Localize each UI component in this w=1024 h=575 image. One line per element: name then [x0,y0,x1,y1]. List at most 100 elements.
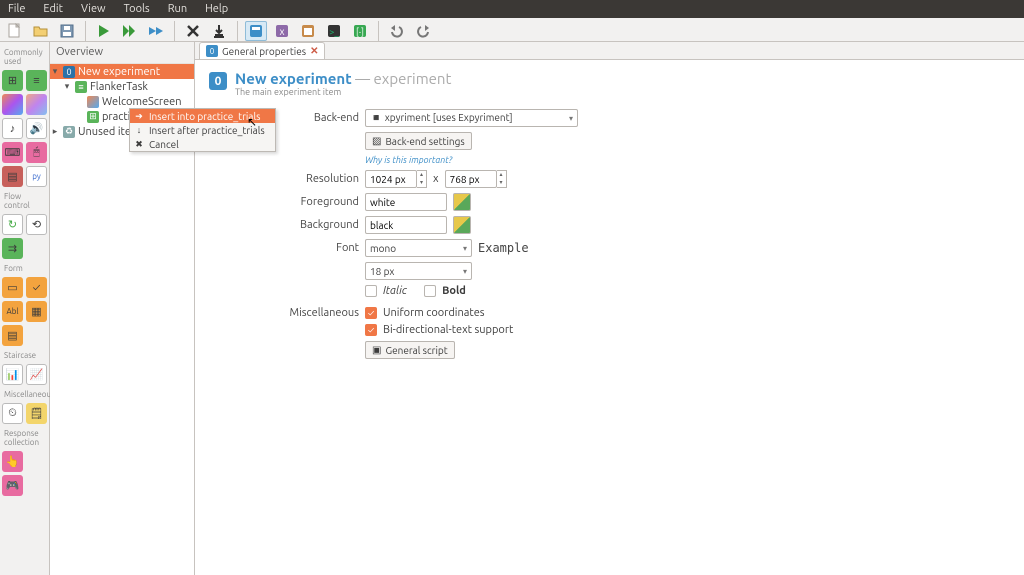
file-pool-icon[interactable] [297,21,319,41]
run-quick-icon[interactable] [119,21,141,41]
general-script-button[interactable]: ▣General script [365,341,455,359]
form-text-display-icon[interactable]: ▦ [26,301,47,322]
arrow-down-icon: ↓ [134,125,144,135]
toolbox-category: Miscellaneous [2,388,47,400]
settings-icon: ▨ [372,135,381,147]
arrow-right-icon: ➔ [134,111,144,122]
undo-icon[interactable] [386,21,408,41]
backend-hint-link[interactable]: Why is this important? [365,155,452,165]
python-workspace-icon[interactable]: [·] [349,21,371,41]
interrupt-icon[interactable] [208,21,230,41]
quest-next-icon[interactable]: 📈 [26,364,47,385]
resolution-label: Resolution [209,173,359,185]
insert-context-menu: ➔Insert into practice_trials ↓Insert aft… [129,108,276,152]
synth-item-icon[interactable]: 🔊 [26,118,47,139]
feedback-item-icon[interactable] [26,94,47,115]
debug-window-icon[interactable]: >_ [323,21,345,41]
coroutines-icon[interactable]: ⇉ [2,238,23,259]
mouse-response-icon[interactable]: 🖱 [26,142,47,163]
open-file-icon[interactable] [30,21,52,41]
loop-item-icon[interactable]: ⊞ [2,70,23,91]
tree-root-experiment[interactable]: ▾0New experiment [50,64,194,79]
ctx-cancel[interactable]: ✖Cancel [130,137,275,151]
x-label: x [433,173,439,185]
menu-help[interactable]: Help [205,3,228,15]
foreground-color-button[interactable] [453,193,471,211]
touch-response-icon[interactable]: 👆 [2,451,23,472]
sampler-item-icon[interactable]: ♪ [2,118,23,139]
tab-label: General properties [222,46,306,57]
bidi-label: Bi-directional-text support [383,324,513,336]
svg-text:>_: >_ [329,27,339,37]
run-icon[interactable] [93,21,115,41]
background-field[interactable] [365,216,447,234]
experiment-title[interactable]: New experiment — experiment [235,70,451,87]
toolbox-category: Commonly used [2,46,47,67]
svg-text:x: x [279,26,284,37]
script-icon: ▣ [372,344,381,356]
quest-init-icon[interactable]: 📊 [2,364,23,385]
bidi-checkbox[interactable]: ✓ [365,324,377,336]
new-file-icon[interactable] [4,21,26,41]
backend-settings-button[interactable]: ▨Back-end settings [365,132,472,150]
background-color-button[interactable] [453,216,471,234]
logger-item-icon[interactable]: ▤ [2,166,23,187]
close-tab-icon[interactable]: ✕ [310,45,318,57]
cancel-icon: ✖ [134,139,144,150]
menu-tools[interactable]: Tools [124,3,150,15]
variable-inspector-icon[interactable]: x [271,21,293,41]
toolbox-category: Response collection [2,427,47,448]
ctx-insert-into[interactable]: ➔Insert into practice_trials [130,109,275,123]
form-consent-icon[interactable]: ✓ [26,277,47,298]
redo-icon[interactable] [412,21,434,41]
reset-feedback-icon[interactable]: ⟲ [26,214,47,235]
menu-view[interactable]: View [81,3,106,15]
kill-icon[interactable] [182,21,204,41]
menu-file[interactable]: File [8,3,25,15]
foreground-field[interactable] [365,193,447,211]
font-example: Example [478,241,529,255]
backend-select[interactable]: ◾ xpyriment [uses Expyriment]▾ [365,109,578,127]
properties-header: 0 New experiment — experiment The main e… [195,60,1024,101]
experiment-icon: 0 [209,72,227,90]
resolution-width-field[interactable]: ▴▾ [365,170,427,188]
menu-run[interactable]: Run [168,3,187,15]
resolution-height-field[interactable]: ▴▾ [445,170,507,188]
toolbox-category: Flow control [2,190,47,211]
tree-sequence[interactable]: ▾≡FlankerTask [50,79,194,94]
font-bold-label: Bold [442,285,466,297]
toolbox-category: Staircase [2,349,47,361]
background-label: Background [209,219,359,231]
foreground-label: Foreground [209,196,359,208]
sequence-item-icon[interactable]: ≡ [26,70,47,91]
font-family-select[interactable]: mono▾ [365,239,472,257]
experiment-subtitle: The main experiment item [235,87,451,97]
font-bold-checkbox[interactable] [424,285,436,297]
save-icon[interactable] [56,21,78,41]
general-properties-form: Back-end ◾ xpyriment [uses Expyriment]▾ … [195,101,1024,374]
repeat-cycle-icon[interactable]: ↻ [2,214,23,235]
main-toolbar: x >_ [·] [0,18,1024,42]
uniform-coords-checkbox[interactable]: ✓ [365,307,377,319]
run-window-icon[interactable] [145,21,167,41]
font-italic-checkbox[interactable] [365,285,377,297]
svg-text:[·]: [·] [356,27,364,37]
inline-script-icon[interactable]: py [26,166,47,187]
keyboard-response-icon[interactable]: ⌨ [2,142,23,163]
advanced-delay-icon[interactable]: ⏲ [2,403,23,424]
properties-panel: 0 General properties ✕ 0 New experiment … [195,42,1024,575]
font-size-select[interactable]: 18 px▾ [365,262,472,280]
form-base-icon[interactable]: ▭ [2,277,23,298]
joystick-icon[interactable]: 🎮 [2,475,23,496]
form-mc-icon[interactable]: Abl [2,301,23,322]
sketchpad-item-icon[interactable] [2,94,23,115]
tree-item-welcome[interactable]: WelcomeScreen [50,94,194,109]
menu-edit[interactable]: Edit [43,3,63,15]
form-text-input-icon[interactable]: ▤ [2,325,23,346]
item-toolbox: Commonly used ⊞≡ ♪🔊 ⌨🖱 ▤py Flow control … [0,42,50,575]
notepad-icon[interactable]: 🗒 [26,403,47,424]
one-tab-mode-icon[interactable] [245,21,267,41]
ctx-insert-after[interactable]: ↓Insert after practice_trials [130,123,275,137]
tab-general-properties[interactable]: 0 General properties ✕ [199,42,325,59]
tab-bar: 0 General properties ✕ [195,42,1024,60]
